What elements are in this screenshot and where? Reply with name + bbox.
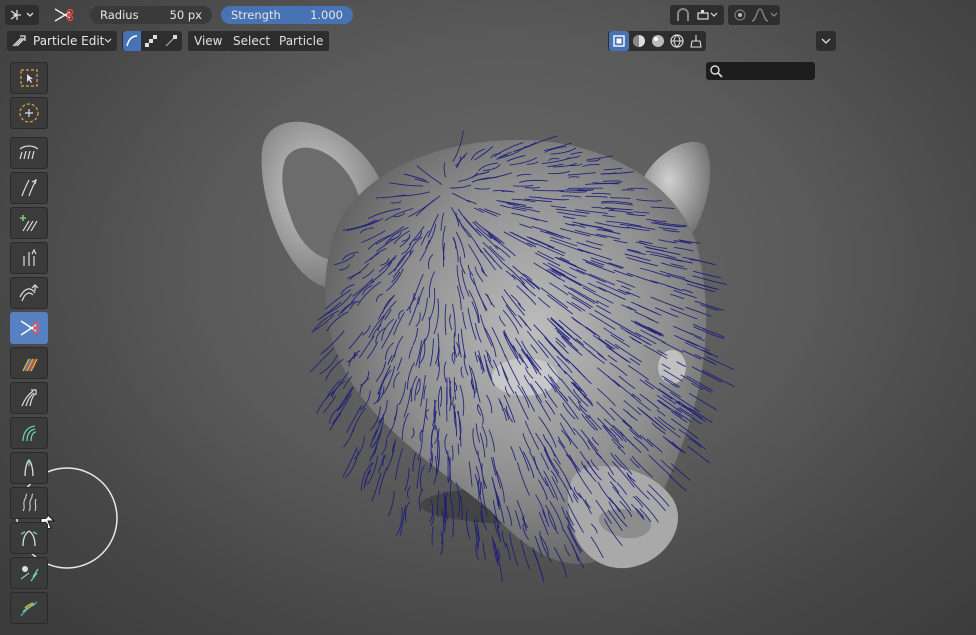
tool-comb[interactable] xyxy=(10,137,48,169)
radius-label: Radius xyxy=(100,8,139,22)
select-mode-group xyxy=(122,31,182,51)
tool-add[interactable] xyxy=(10,207,48,239)
editor-type-button[interactable] xyxy=(5,5,39,25)
add-icon xyxy=(20,215,38,232)
filter-dropdown[interactable] xyxy=(816,31,836,51)
tool-settings-header: Radius 50 px Strength 1.000 xyxy=(0,0,976,30)
shading-group xyxy=(608,31,706,51)
part-icon xyxy=(22,425,37,442)
puff-icon xyxy=(19,284,39,302)
menu-view[interactable]: View xyxy=(188,31,229,51)
cut-icon xyxy=(20,320,40,336)
chevron-down-icon xyxy=(104,38,112,43)
select-circle-icon xyxy=(19,103,39,123)
roughness-icon xyxy=(22,493,37,512)
select-mode-point-button[interactable] xyxy=(141,31,161,51)
smooth-icon xyxy=(21,178,37,197)
snap-target-icon[interactable] xyxy=(695,7,721,23)
select-mode-tip-button[interactable] xyxy=(161,31,181,51)
proportional-group xyxy=(728,5,780,25)
comb-icon xyxy=(19,145,39,160)
globe-icon xyxy=(669,34,684,48)
clump-icon xyxy=(21,389,37,407)
weight-icon xyxy=(22,358,38,372)
tool-curl[interactable] xyxy=(10,452,48,484)
paint-icon xyxy=(20,601,38,617)
magnet-icon[interactable] xyxy=(673,7,693,23)
mode-selector[interactable]: Particle Edit xyxy=(7,31,117,51)
tip-mode-icon xyxy=(165,35,177,47)
menu-select[interactable]: Select xyxy=(227,31,277,51)
broom-icon xyxy=(689,35,702,48)
strength-label: Strength xyxy=(231,8,281,22)
mode-label: Particle Edit xyxy=(33,34,105,48)
tool-clump[interactable] xyxy=(10,382,48,414)
tool-part[interactable] xyxy=(10,417,48,449)
proportional-editing-icon[interactable] xyxy=(730,7,750,23)
rendered-shading-button[interactable] xyxy=(648,34,667,48)
path-mode-icon xyxy=(126,35,138,47)
particle-edit-mode-icon xyxy=(12,35,26,47)
menu-particle[interactable]: Particle xyxy=(273,31,330,51)
tool-paint[interactable] xyxy=(10,592,48,624)
solid-shading-button[interactable] xyxy=(609,31,629,51)
tool-cut[interactable] xyxy=(10,312,48,344)
tool-puff[interactable] xyxy=(10,277,48,309)
tool-smooth[interactable] xyxy=(10,172,48,204)
chevron-down-icon xyxy=(821,38,831,44)
material-shading-button[interactable] xyxy=(629,34,648,48)
tool-shelf xyxy=(8,62,50,628)
radius-slider[interactable]: Radius 50 px xyxy=(90,6,212,24)
square-icon xyxy=(613,35,625,47)
viewport-3d[interactable] xyxy=(0,0,976,635)
tool-split[interactable] xyxy=(10,522,48,554)
tool-select-box[interactable] xyxy=(10,62,48,94)
editor-type-icon xyxy=(10,10,34,20)
tool-cut-clump[interactable] xyxy=(10,557,48,589)
wireframe-shading-button[interactable] xyxy=(667,34,686,48)
viewport-header: Particle Edit View Select Particle xyxy=(0,30,976,80)
length-icon xyxy=(23,248,37,266)
active-tool-cut-icon[interactable] xyxy=(50,5,76,25)
broom-button[interactable] xyxy=(686,34,705,48)
select-mode-path-button[interactable] xyxy=(123,31,141,51)
strength-value: 1.000 xyxy=(310,8,343,22)
split-icon xyxy=(20,530,38,547)
sphere-material-icon xyxy=(651,35,664,47)
cut-clump-icon xyxy=(20,566,39,582)
curl-icon xyxy=(24,459,34,477)
strength-slider[interactable]: Strength 1.000 xyxy=(221,6,353,24)
tool-length[interactable] xyxy=(10,242,48,274)
tool-select-circle[interactable] xyxy=(10,97,48,129)
sphere-solid-icon xyxy=(632,35,645,47)
point-mode-icon xyxy=(145,35,157,47)
radius-value: 50 px xyxy=(169,8,202,22)
search-icon xyxy=(710,65,723,78)
falloff-curve-icon[interactable] xyxy=(750,7,778,23)
select-box-icon xyxy=(20,69,38,87)
search-field[interactable] xyxy=(706,62,815,80)
snap-group xyxy=(670,5,724,25)
tool-roughness[interactable] xyxy=(10,487,48,519)
tool-weight[interactable] xyxy=(10,347,48,379)
